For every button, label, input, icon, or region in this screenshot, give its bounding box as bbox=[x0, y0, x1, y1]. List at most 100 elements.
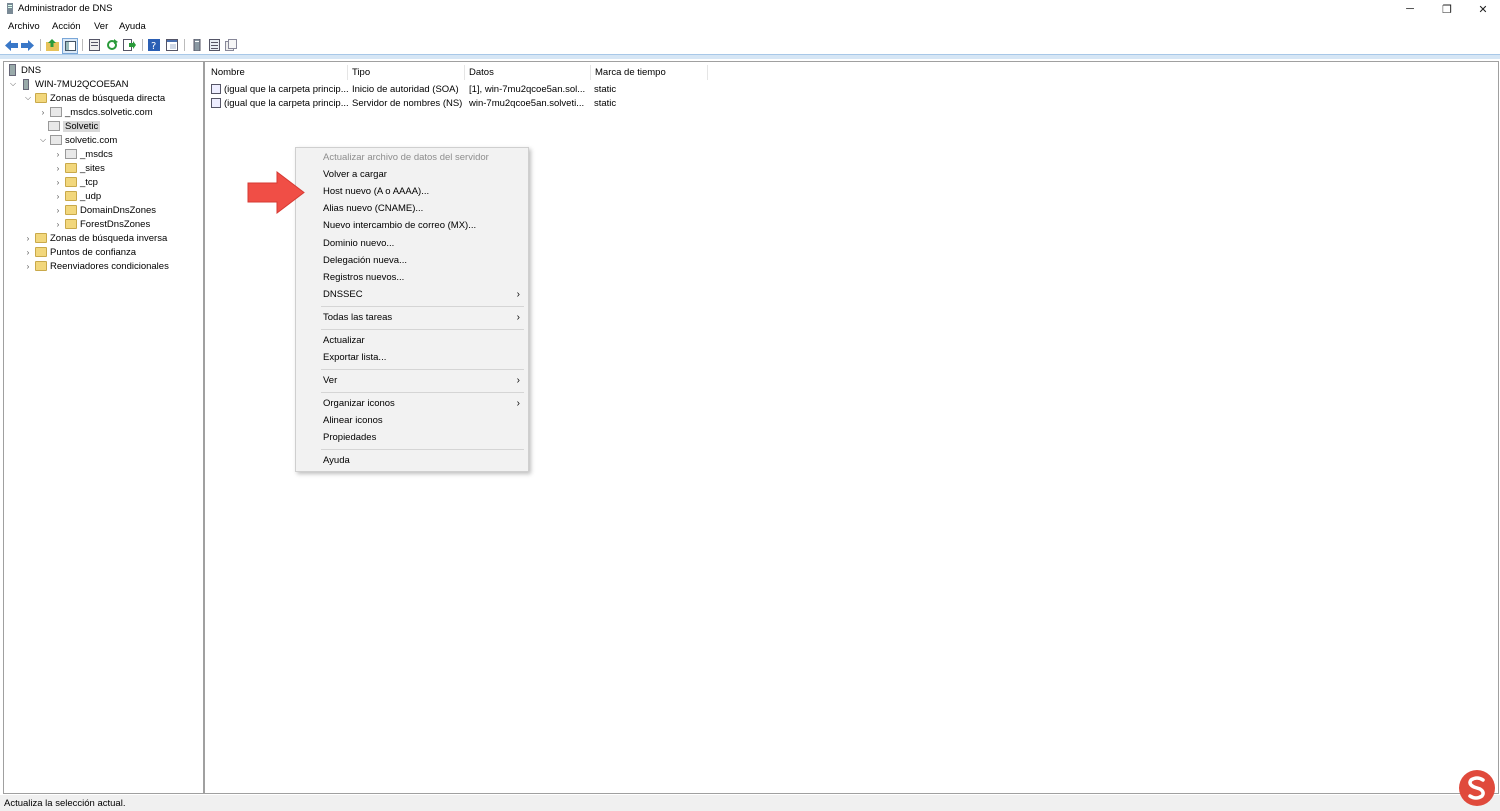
record-icon bbox=[211, 98, 221, 108]
menu-item-align-icons[interactable]: Alinear iconos bbox=[296, 413, 528, 429]
folder-icon bbox=[35, 247, 47, 257]
tree-node-forestdnszones[interactable]: › ForestDnsZones bbox=[53, 217, 151, 231]
console-tree: DNS ⌵ WIN-7MU2QCOE5AN ⌵ Zonas de búsqued… bbox=[3, 61, 204, 794]
menu-ver[interactable]: Ver bbox=[94, 21, 108, 32]
menu-item-dnssec-label: DNSSEC bbox=[323, 289, 363, 300]
records-icon[interactable] bbox=[224, 38, 238, 52]
menu-item-reload[interactable]: Volver a cargar bbox=[296, 167, 528, 183]
chevron-right-icon[interactable]: › bbox=[38, 108, 48, 117]
column-header-datos[interactable]: Datos bbox=[465, 65, 591, 80]
refresh-icon[interactable] bbox=[105, 38, 119, 52]
menu-item-export-list[interactable]: Exportar lista... bbox=[296, 350, 528, 366]
tree-node-reverse-zones[interactable]: › Zonas de búsqueda inversa bbox=[23, 231, 168, 245]
folder-icon bbox=[35, 233, 47, 243]
menu-archivo[interactable]: Archivo bbox=[8, 21, 40, 32]
tree-node-server[interactable]: ⌵ WIN-7MU2QCOE5AN bbox=[8, 77, 128, 91]
tree-node-solvetic[interactable]: Solvetic bbox=[48, 119, 101, 133]
back-icon[interactable] bbox=[4, 38, 18, 52]
zone-icon bbox=[65, 149, 77, 159]
chevron-right-icon[interactable]: › bbox=[23, 262, 33, 271]
chevron-down-icon[interactable]: ⌵ bbox=[23, 93, 33, 103]
menu-item-view[interactable]: Ver › bbox=[296, 373, 528, 389]
column-header-nombre[interactable]: Nombre bbox=[207, 65, 348, 80]
tree-node-msdcs[interactable]: › _msdcs bbox=[53, 147, 113, 161]
zone-icon bbox=[50, 107, 62, 117]
tree-node-msdcs-zone[interactable]: › _msdcs.solvetic.com bbox=[38, 105, 153, 119]
list-icon[interactable] bbox=[207, 38, 221, 52]
menu-item-new-alias[interactable]: Alias nuevo (CNAME)... bbox=[296, 201, 528, 217]
tree-label-udp: _udp bbox=[80, 190, 102, 202]
chevron-right-icon[interactable]: › bbox=[53, 178, 63, 187]
tree-label-server: WIN-7MU2QCOE5AN bbox=[35, 78, 129, 90]
chevron-right-icon[interactable]: › bbox=[53, 206, 63, 215]
folder-icon bbox=[65, 163, 77, 173]
forward-icon[interactable] bbox=[20, 38, 34, 52]
menu-accion[interactable]: Acción bbox=[52, 21, 81, 32]
menu-item-new-mx[interactable]: Nuevo intercambio de correo (MX)... bbox=[296, 218, 528, 234]
row-name: (igual que la carpeta princip... bbox=[224, 98, 348, 109]
close-button[interactable]: ✕ bbox=[1466, 0, 1500, 18]
column-header-tipo[interactable]: Tipo bbox=[348, 65, 465, 80]
tree-node-tcp[interactable]: › _tcp bbox=[53, 175, 98, 189]
svg-text:?: ? bbox=[151, 41, 156, 51]
chevron-down-icon[interactable]: ⌵ bbox=[38, 135, 48, 145]
menu-item-arrange-icons[interactable]: Organizar iconos › bbox=[296, 396, 528, 412]
console-icon[interactable] bbox=[165, 38, 179, 52]
tree-label-solvetic-com: solvetic.com bbox=[65, 134, 118, 146]
toolbar-divider bbox=[0, 54, 1500, 59]
chevron-right-icon[interactable]: › bbox=[53, 220, 63, 229]
tree-node-forward-zones[interactable]: ⌵ Zonas de búsqueda directa bbox=[23, 91, 165, 105]
menu-item-refresh[interactable]: Actualizar bbox=[296, 333, 528, 349]
restore-button[interactable]: ❐ bbox=[1430, 0, 1464, 18]
chevron-down-icon[interactable]: ⌵ bbox=[8, 79, 18, 89]
tree-node-dns[interactable]: DNS bbox=[9, 63, 41, 77]
menu-item-update-server-file: Actualizar archivo de datos del servidor bbox=[323, 152, 489, 163]
chevron-right-icon[interactable]: › bbox=[53, 164, 63, 173]
menu-item-new-records[interactable]: Registros nuevos... bbox=[296, 270, 528, 286]
tree-label-conditional-forwarders: Reenviadores condicionales bbox=[50, 260, 169, 272]
menu-item-help[interactable]: Ayuda bbox=[296, 453, 528, 469]
table-row[interactable]: (igual que la carpeta princip... Servido… bbox=[205, 97, 1498, 111]
tree-node-trust-points[interactable]: › Puntos de confianza bbox=[23, 245, 136, 259]
tree-label-reverse-zones: Zonas de búsqueda inversa bbox=[50, 232, 168, 244]
tree-node-conditional-forwarders[interactable]: › Reenviadores condicionales bbox=[23, 259, 169, 273]
up-folder-icon[interactable] bbox=[45, 38, 59, 52]
server-icon bbox=[23, 78, 29, 90]
folder-icon bbox=[35, 261, 47, 271]
minimize-button[interactable]: ─ bbox=[1393, 0, 1427, 18]
toolbar-separator bbox=[82, 39, 83, 51]
chevron-right-icon[interactable]: › bbox=[23, 248, 33, 257]
row-type: Inicio de autoridad (SOA) bbox=[352, 84, 459, 95]
row-name: (igual que la carpeta princip... bbox=[224, 84, 348, 95]
menu-item-all-tasks[interactable]: Todas las tareas › bbox=[296, 310, 528, 326]
menu-ayuda[interactable]: Ayuda bbox=[119, 21, 146, 32]
chevron-right-icon[interactable]: › bbox=[53, 192, 63, 201]
menu-bar: Archivo Acción Ver Ayuda bbox=[0, 18, 1500, 35]
tree-node-domaindnszones[interactable]: › DomainDnsZones bbox=[53, 203, 156, 217]
table-row[interactable]: (igual que la carpeta princip... Inicio … bbox=[205, 83, 1498, 97]
show-tree-icon[interactable] bbox=[62, 38, 78, 54]
menu-item-new-delegation[interactable]: Delegación nueva... bbox=[296, 253, 528, 269]
tree-node-udp[interactable]: › _udp bbox=[53, 189, 101, 203]
row-timestamp: static bbox=[594, 84, 617, 95]
menu-separator bbox=[321, 329, 524, 330]
chevron-right-icon: › bbox=[516, 398, 520, 409]
help-icon[interactable]: ? bbox=[147, 38, 161, 52]
menu-item-new-domain[interactable]: Dominio nuevo... bbox=[296, 236, 528, 252]
chevron-right-icon[interactable]: › bbox=[23, 234, 33, 243]
window-title: Administrador de DNS bbox=[18, 3, 113, 14]
chevron-right-icon: › bbox=[516, 375, 520, 386]
folder-icon bbox=[65, 177, 77, 187]
chevron-right-icon: › bbox=[516, 289, 520, 300]
export-icon[interactable] bbox=[122, 38, 136, 52]
tree-label-tcp: _tcp bbox=[80, 176, 98, 188]
column-header-marca-de-tiempo[interactable]: Marca de tiempo bbox=[591, 65, 708, 80]
chevron-right-icon[interactable]: › bbox=[53, 150, 63, 159]
menu-item-new-host[interactable]: Host nuevo (A o AAAA)... bbox=[296, 184, 528, 200]
menu-item-properties[interactable]: Propiedades bbox=[296, 430, 528, 446]
tree-node-solvetic-com[interactable]: ⌵ solvetic.com bbox=[38, 133, 117, 147]
properties-icon[interactable] bbox=[87, 38, 101, 52]
tree-node-sites[interactable]: › _sites bbox=[53, 161, 105, 175]
server-icon[interactable] bbox=[190, 38, 204, 52]
menu-item-dnssec[interactable]: DNSSEC › bbox=[296, 287, 528, 303]
